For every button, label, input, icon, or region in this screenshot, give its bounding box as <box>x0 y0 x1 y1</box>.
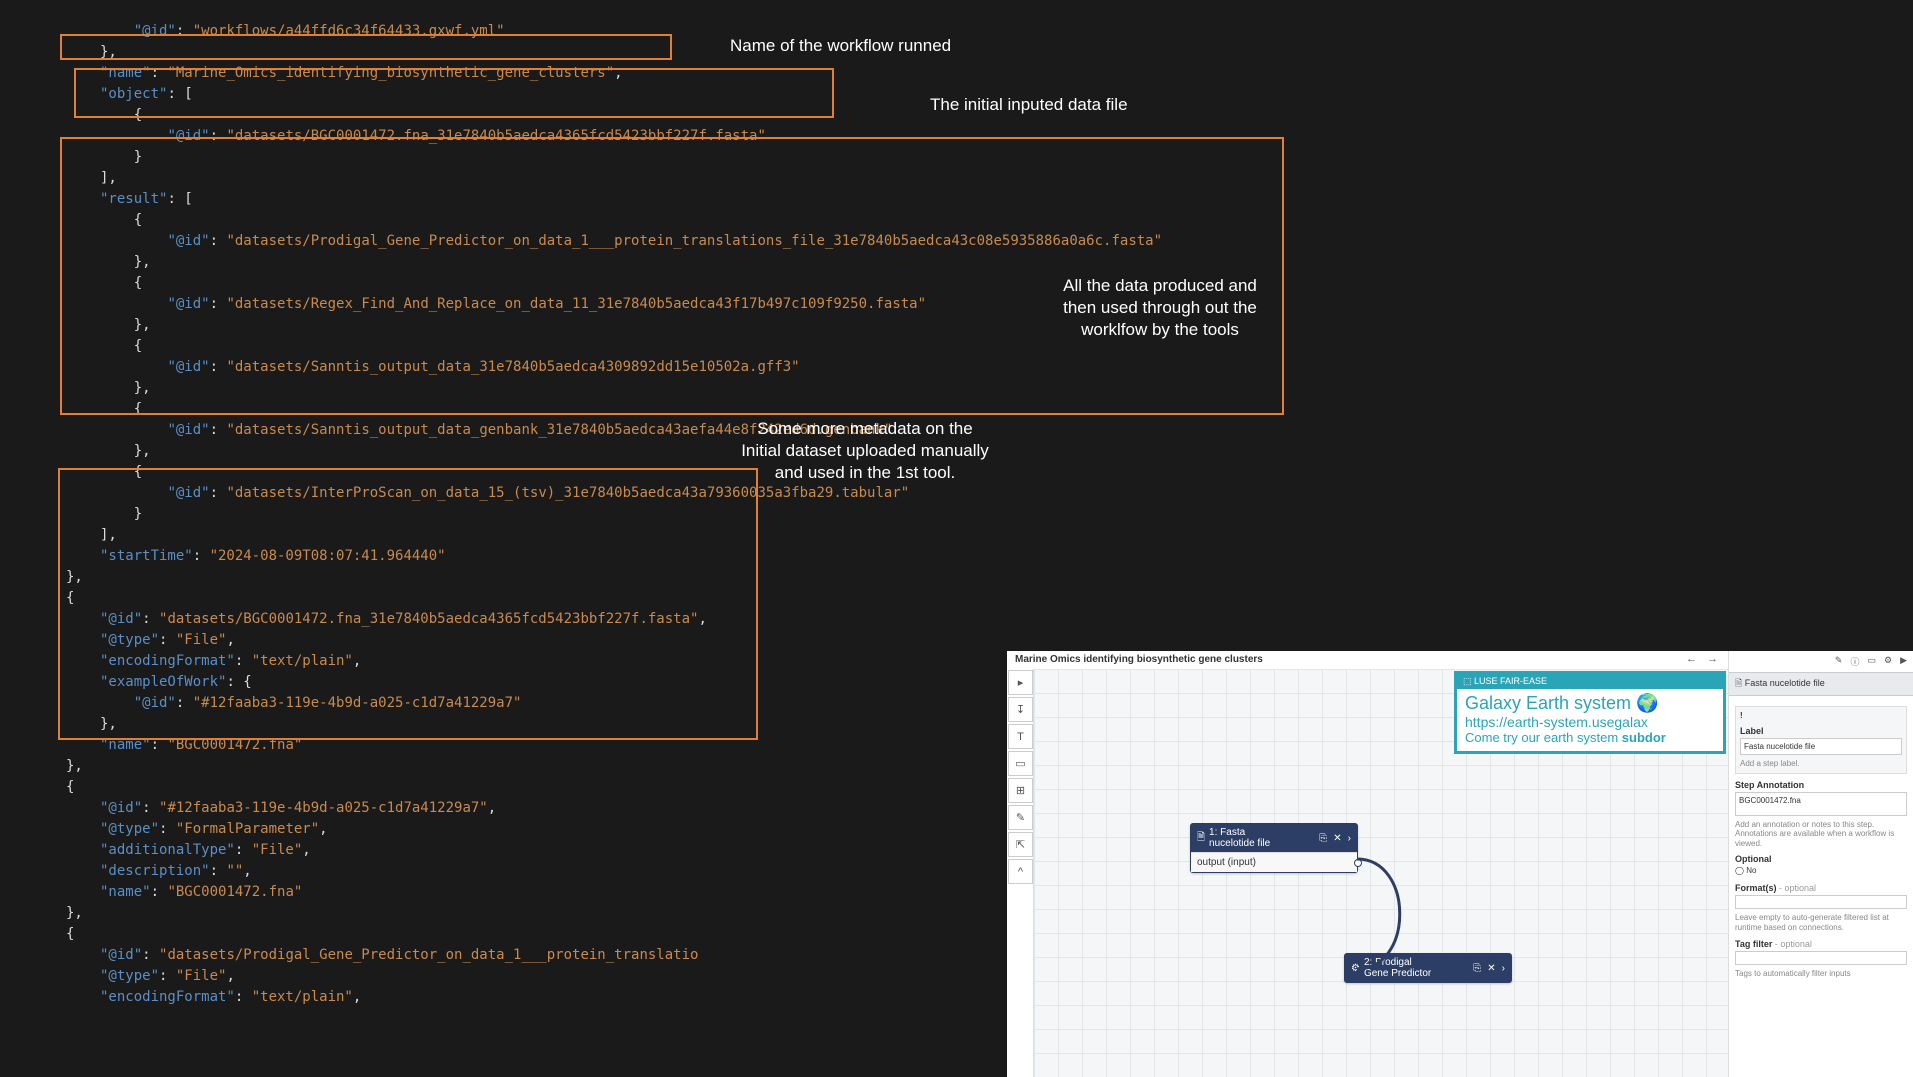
annotation-results: All the data produced and then used thro… <box>1040 275 1280 341</box>
galaxy-workflow-editor: Marine Omics identifying biosynthetic ge… <box>1007 651 1913 1077</box>
toolbar-grid-icon[interactable]: ⊞ <box>1008 778 1033 803</box>
workflow-node-input[interactable]: 🗎 1: Fasta nucelotide file ⎘ ✕ › output … <box>1190 823 1358 873</box>
tagfilter-help-text: Tags to automatically filter inputs <box>1735 969 1907 979</box>
gear-icon[interactable]: ⚙ <box>1884 655 1892 668</box>
chevron-right-icon[interactable]: › <box>1348 833 1351 844</box>
warning-icon: ! <box>1740 711 1743 720</box>
panel-section-title: Fasta nucelotide file <box>1745 678 1825 688</box>
banner-top-label: ⬚ LUSE FAIR-EASE <box>1457 674 1723 689</box>
step-properties-panel: ✎ ⓘ ▭ ⚙ ▶ 🗎 Fasta nucelotide file ! Labe… <box>1728 651 1913 1077</box>
report-icon[interactable]: ▭ <box>1867 655 1876 668</box>
file-icon: 🗎 <box>1197 830 1205 847</box>
node-header: ⚙ 2: Prodigal Gene Predictor ⎘ ✕ › <box>1345 954 1511 982</box>
highlight-box-name <box>60 34 672 60</box>
galaxy-banner: ⬚ LUSE FAIR-EASE Galaxy Earth system 🌍 h… <box>1454 671 1726 754</box>
tagfilter-field-label: Tag filter - optional <box>1735 939 1907 949</box>
toolbar-edit-icon[interactable]: ✎ <box>1008 805 1033 830</box>
formats-help-text: Leave empty to auto-generate filtered li… <box>1735 913 1907 932</box>
label-input[interactable]: Fasta nucelotide file <box>1740 738 1902 755</box>
info-icon[interactable]: ⓘ <box>1850 655 1859 668</box>
annotation-input-file: The initial inputed data file <box>930 94 1128 116</box>
clone-icon[interactable]: ⎘ <box>1319 833 1327 844</box>
panel-action-icons: ✎ ⓘ ▭ ⚙ ▶ <box>1729 651 1913 672</box>
node-title: 1: Fasta nucelotide file <box>1209 827 1270 849</box>
toolbar-collapse-icon[interactable]: ^ <box>1008 859 1033 884</box>
toolbar-home-icon[interactable]: ⇱ <box>1008 832 1033 857</box>
node-header: 🗎 1: Fasta nucelotide file ⎘ ✕ › <box>1191 824 1357 852</box>
connection-wire <box>1354 849 1554 1049</box>
close-icon[interactable]: ✕ <box>1333 833 1341 844</box>
toolbar-pointer-icon[interactable]: ▸ <box>1008 670 1033 695</box>
annotation-help-text: Add an annotation or notes to this step.… <box>1735 820 1907 849</box>
panel-section-header: 🗎 Fasta nucelotide file <box>1729 672 1913 696</box>
banner-link[interactable]: https://earth-system.usegalax <box>1465 714 1715 730</box>
node-output-row: output (input) <box>1191 852 1357 872</box>
workflow-node-prodigal[interactable]: ⚙ 2: Prodigal Gene Predictor ⎘ ✕ › <box>1344 953 1512 983</box>
toolbar-text-icon[interactable]: T <box>1008 724 1033 749</box>
node-title: 2: Prodigal Gene Predictor <box>1364 957 1431 979</box>
toolbar-box-icon[interactable]: ▭ <box>1008 751 1033 776</box>
tagfilter-input[interactable] <box>1735 951 1907 965</box>
node-output-label: output (input) <box>1197 857 1256 868</box>
clone-icon[interactable]: ⎘ <box>1473 963 1481 974</box>
banner-title: Galaxy Earth system 🌍 <box>1465 693 1715 714</box>
edit-icon[interactable]: ✎ <box>1835 655 1843 668</box>
annotation-metadata: Some more metadata on the Initial datase… <box>720 418 1010 484</box>
warning-note: ! Label Fasta nucelotide file Add a step… <box>1735 706 1907 774</box>
close-icon[interactable]: ✕ <box>1487 963 1495 974</box>
highlight-box-metadata <box>58 468 758 740</box>
workflow-title: Marine Omics identifying biosynthetic ge… <box>1015 654 1263 665</box>
toolbar-import-icon[interactable]: ↧ <box>1008 697 1033 722</box>
galaxy-header-nav: ← → <box>1686 653 1718 665</box>
formats-input[interactable] <box>1735 895 1907 909</box>
nav-back-icon[interactable]: ← <box>1686 653 1697 665</box>
tool-icon: ⚙ <box>1351 963 1360 974</box>
optional-field-label: Optional <box>1735 854 1907 864</box>
nav-forward-icon[interactable]: → <box>1707 653 1718 665</box>
canvas-toolbar: ▸ ↧ T ▭ ⊞ ✎ ⇱ ^ <box>1007 669 1034 1077</box>
highlight-box-object <box>74 68 834 118</box>
file-icon: 🗎 <box>1735 678 1745 688</box>
label-field-label: Label <box>1740 726 1902 736</box>
workflow-canvas[interactable]: ⬚ LUSE FAIR-EASE Galaxy Earth system 🌍 h… <box>1034 669 1728 1077</box>
chevron-right-icon[interactable]: › <box>1502 963 1505 974</box>
formats-field-label: Format(s) - optional <box>1735 883 1907 893</box>
output-port[interactable] <box>1354 859 1362 867</box>
label-placeholder-text: Add a step label. <box>1740 759 1902 769</box>
optional-toggle[interactable]: ◯ No <box>1735 864 1907 877</box>
annotation-field-label: Step Annotation <box>1735 780 1907 790</box>
run-icon[interactable]: ▶ <box>1900 655 1907 668</box>
annotation-workflow-name: Name of the workflow runned <box>730 35 951 57</box>
annotation-input[interactable]: BGC0001472.fna <box>1735 792 1907 816</box>
banner-subtitle: Come try our earth system subdor <box>1465 730 1715 745</box>
